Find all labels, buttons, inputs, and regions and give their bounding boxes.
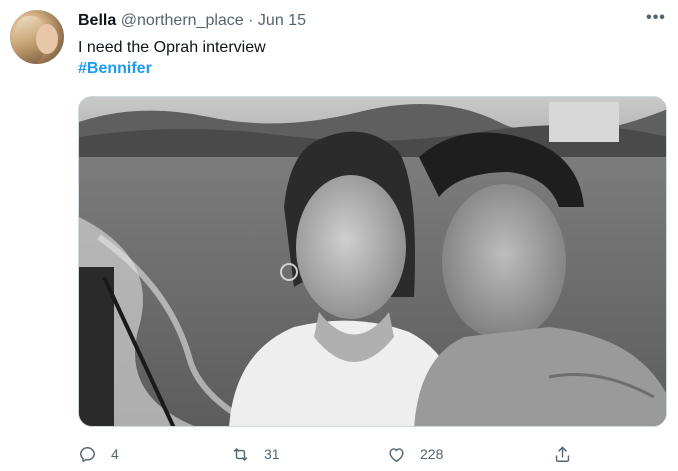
reply-button[interactable]: 4 [78,442,119,466]
photo-image [79,97,666,426]
like-button[interactable]: 228 [387,442,443,466]
author-name[interactable]: Bella [78,12,116,29]
tweet-actions: 4 31 228 [78,442,668,466]
retweet-count: 31 [264,446,280,462]
separator: · [248,12,254,29]
reply-count: 4 [111,446,119,462]
reply-icon [80,446,95,462]
author-handle[interactable]: @northern_place [121,12,244,29]
tweet-body: I need the Oprah interview [78,39,266,56]
avatar-face [36,24,58,54]
more-icon[interactable]: ••• [644,6,668,30]
hashtag-link[interactable]: #Bennifer [78,58,266,79]
tweet[interactable]: Bella @northern_place · Jun 15 ••• I nee… [0,0,678,471]
tweet-date[interactable]: Jun 15 [258,12,306,29]
avatar[interactable] [10,10,64,64]
tweet-photo[interactable] [78,96,667,427]
tweet-header: Bella @northern_place · Jun 15 [78,11,306,31]
share-icon [555,446,570,462]
share-button[interactable] [553,442,586,466]
tweet-text: I need the Oprah interview #Bennifer [78,37,266,79]
like-count: 228 [420,446,444,462]
retweet-icon [233,447,248,461]
heart-icon [389,447,404,462]
retweet-button[interactable]: 31 [231,442,280,466]
